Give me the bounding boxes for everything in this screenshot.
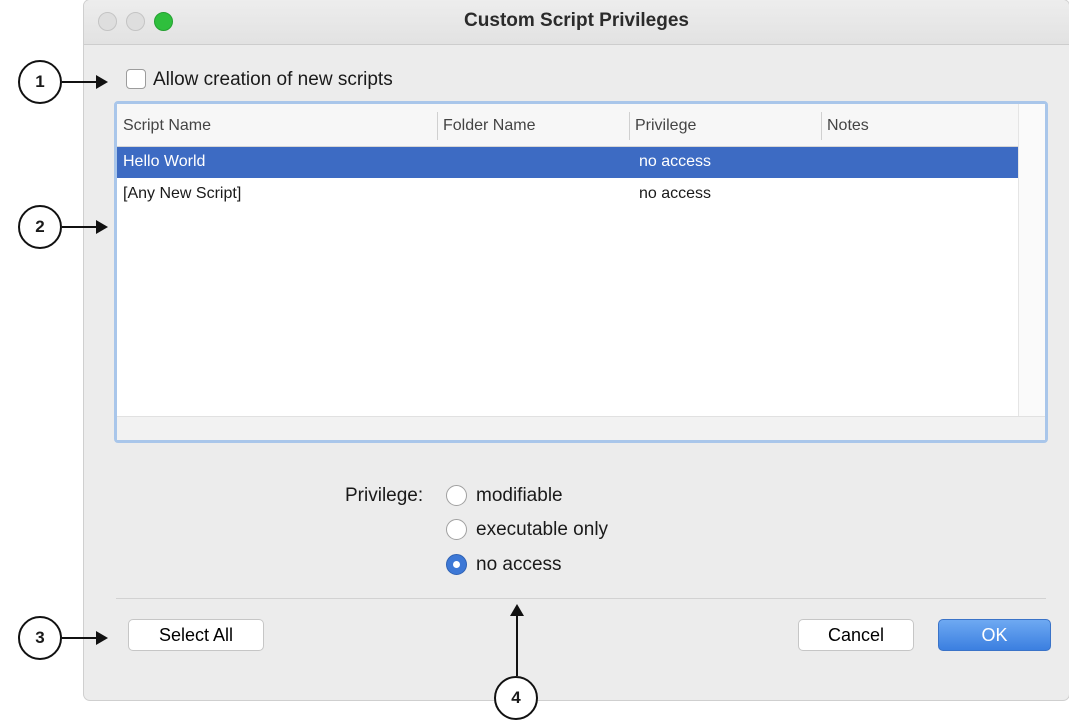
title-bar: Custom Script Privileges [84,0,1069,45]
column-header-folder-name[interactable]: Folder Name [443,117,535,135]
radio-executable-only-label: executable only [476,519,609,540]
window-title: Custom Script Privileges [464,10,689,31]
table-row[interactable]: Hello World no access [117,147,1018,178]
allow-creation-label: Allow creation of new scripts [153,69,393,90]
allow-creation-checkbox[interactable] [126,69,146,89]
scripts-table: Script Name Folder Name Privilege Notes … [114,101,1048,443]
callout-2-arrow [62,220,108,234]
callout-1-arrow [62,75,108,89]
ok-button[interactable]: OK [938,619,1051,651]
column-separator[interactable] [437,112,438,140]
radio-no-access[interactable] [446,554,467,575]
radio-executable-only[interactable] [446,519,467,540]
table-header: Script Name Folder Name Privilege Notes [117,104,1018,147]
column-header-privilege[interactable]: Privilege [635,117,696,135]
radio-modifiable-label: modifiable [476,485,563,506]
column-header-notes[interactable]: Notes [827,117,869,135]
cell-privilege: no access [639,153,712,170]
column-header-script-name[interactable]: Script Name [123,117,211,135]
cell-script-name: [Any New Script] [123,185,242,202]
cancel-button[interactable]: Cancel [798,619,914,651]
callout-4-arrow [510,604,524,676]
vertical-scrollbar[interactable] [1018,104,1045,417]
callout-3: 3 [18,616,62,660]
radio-no-access-label: no access [476,554,562,575]
privilege-label: Privilege: [345,485,424,506]
radio-modifiable[interactable] [446,485,467,506]
callout-4: 4 [494,676,538,720]
column-separator[interactable] [821,112,822,140]
callout-3-arrow [62,631,108,645]
callout-1: 1 [18,60,62,104]
divider [116,598,1046,599]
horizontal-scrollbar[interactable] [117,416,1045,440]
select-all-button[interactable]: Select All [128,619,264,651]
callout-2: 2 [18,205,62,249]
table-row[interactable]: [Any New Script] no access [117,179,1018,210]
cell-privilege: no access [639,185,712,202]
column-separator[interactable] [629,112,630,140]
cell-script-name: Hello World [123,153,206,170]
